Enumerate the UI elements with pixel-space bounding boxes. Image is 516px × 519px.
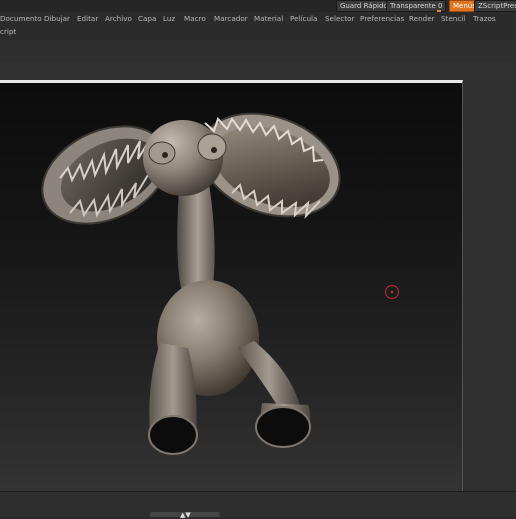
menu-item-preferencias[interactable]: Preferencias: [360, 14, 404, 23]
right-panel: [463, 80, 516, 491]
zscript-button[interactable]: ZScriptPred: [474, 0, 516, 12]
menu-item-selector[interactable]: Selector: [325, 14, 355, 23]
sculpt-model: [41, 112, 399, 455]
secondary-menu-bar: cript: [0, 26, 516, 40]
menu-item-pelicula[interactable]: Película: [290, 14, 317, 23]
bottom-shelf: ▲▼: [0, 491, 516, 519]
menu-item-trazos[interactable]: Trazos: [473, 14, 496, 23]
right-leg: [238, 341, 311, 448]
menu-item-archivo[interactable]: Archivo: [105, 14, 132, 23]
menu-item-capa[interactable]: Capa: [138, 14, 156, 23]
top-bar: Guard Rápido Transparente 0 Menús ZScrip…: [0, 0, 516, 12]
left-leg: [148, 343, 198, 455]
menu-item-stencil[interactable]: Stencil: [441, 14, 465, 23]
chevron-up-down-icon[interactable]: ▲▼: [180, 511, 191, 519]
menu-item-render[interactable]: Render: [409, 14, 435, 23]
circle-cursor-icon: [385, 285, 399, 299]
menu-item-documento[interactable]: Documento: [0, 14, 42, 23]
menu-item-zscript[interactable]: cript: [0, 27, 16, 36]
menu-item-marcador[interactable]: Marcador: [214, 14, 248, 23]
menu-item-editar[interactable]: Editar: [77, 14, 98, 23]
viewport-canvas[interactable]: [0, 80, 463, 494]
menu-item-luz[interactable]: Luz: [163, 14, 175, 23]
main-menu-bar: Documento Dibujar Editar Archivo Capa Lu…: [0, 12, 516, 26]
menu-item-material[interactable]: Material: [254, 14, 283, 23]
top-shelf: [0, 40, 516, 63]
transparency-slider[interactable]: Transparente 0: [386, 0, 447, 12]
quick-save-button[interactable]: Guard Rápido: [336, 0, 392, 12]
document-strip: [0, 62, 516, 80]
menu-item-dibujar[interactable]: Dibujar: [44, 14, 70, 23]
menu-item-macro[interactable]: Macro: [184, 14, 206, 23]
